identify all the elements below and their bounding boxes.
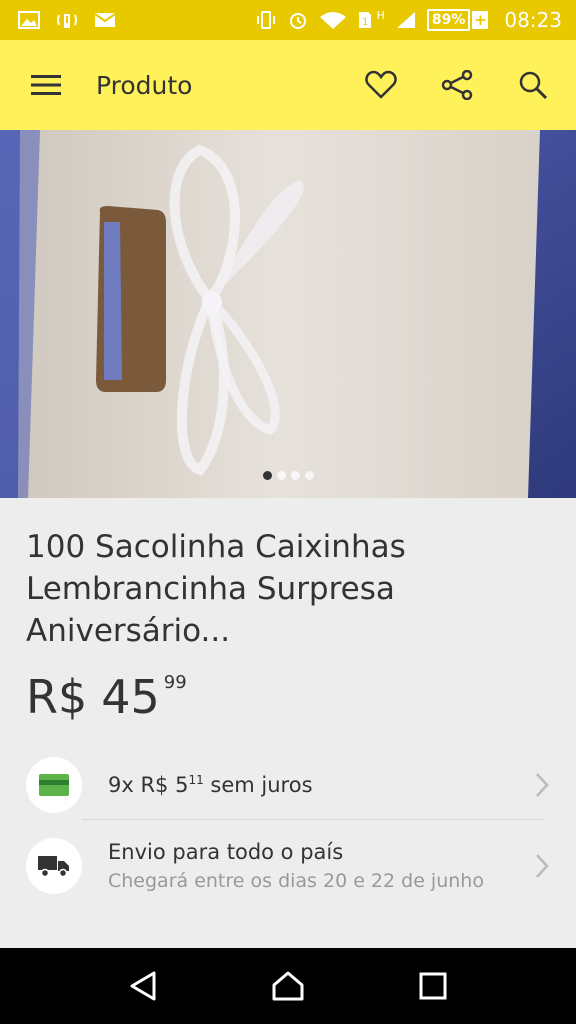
credit-card-icon — [39, 774, 69, 796]
shipping-subtitle: Chegará entre os dias 20 e 22 de junho — [108, 870, 484, 892]
home-icon — [272, 971, 304, 1001]
gallery-pagination — [0, 471, 576, 480]
installments-icon-circle — [26, 757, 82, 813]
image-icon — [18, 11, 40, 29]
share-button[interactable] — [428, 56, 486, 114]
shipping-row[interactable]: Envio para todo o país Chegará entre os … — [26, 836, 556, 896]
svg-text:1: 1 — [362, 17, 368, 28]
installments-suffix: sem juros — [210, 773, 313, 797]
share-icon — [441, 70, 473, 100]
battery-level: 89% — [426, 9, 471, 31]
battery-indicator: 89% + — [426, 9, 489, 31]
shipping-title: Envio para todo o país — [108, 840, 344, 864]
truck-icon — [38, 856, 69, 878]
alarm-icon — [289, 13, 306, 29]
product-price: R$ 45 99 — [26, 670, 187, 724]
chevron-right-icon — [536, 854, 549, 878]
price-currency: R$ — [26, 670, 88, 724]
menu-button[interactable] — [16, 55, 76, 115]
installments-prefix: 9x R$ 5 — [108, 773, 189, 797]
toolbar: Produto — [0, 40, 576, 130]
installments-cents: 11 — [188, 773, 204, 787]
mail-icon — [94, 13, 116, 27]
page-title: Produto — [96, 70, 193, 100]
search-icon — [519, 71, 548, 100]
system-nav-bar — [0, 948, 576, 1024]
back-icon — [130, 971, 156, 1001]
product-info: 100 Sacolinha Caixinhas Lembrancinha Sur… — [0, 498, 576, 948]
pagination-dot[interactable] — [290, 471, 300, 480]
sim-icon: 1 — [358, 12, 371, 28]
vibrate-icon — [256, 11, 275, 29]
divider — [82, 819, 544, 820]
favorite-button[interactable] — [352, 56, 410, 114]
cell-signal-icon — [396, 12, 415, 28]
status-bar: 1 H 89% + 08:23 — [0, 0, 576, 40]
recents-icon — [419, 972, 447, 1000]
installments-text: 9x R$ 511 sem juros — [108, 773, 313, 797]
back-button[interactable] — [113, 956, 173, 1016]
wifi-icon — [319, 12, 346, 29]
pagination-dot[interactable] — [276, 471, 286, 480]
recents-button[interactable] — [403, 956, 463, 1016]
pagination-dot-active[interactable] — [262, 471, 272, 480]
clock: 08:23 — [504, 8, 562, 32]
heart-icon — [365, 70, 397, 99]
shipping-text: Envio para todo o país Chegará entre os … — [108, 840, 484, 892]
menu-icon — [31, 75, 61, 95]
network-type: H — [376, 8, 385, 22]
price-cents: 99 — [163, 672, 187, 693]
signal-alert-icon — [57, 14, 77, 28]
product-photo — [0, 130, 576, 498]
home-button[interactable] — [258, 956, 318, 1016]
charging-icon: + — [472, 11, 489, 29]
pagination-dot[interactable] — [304, 471, 314, 480]
price-integer: 45 — [101, 670, 160, 724]
chevron-right-icon — [536, 773, 549, 797]
product-image-gallery[interactable] — [0, 130, 576, 498]
shipping-icon-circle — [26, 838, 82, 894]
search-button[interactable] — [504, 56, 562, 114]
installments-row[interactable]: 9x R$ 511 sem juros — [26, 756, 556, 814]
product-title: 100 Sacolinha Caixinhas Lembrancinha Sur… — [26, 529, 406, 649]
